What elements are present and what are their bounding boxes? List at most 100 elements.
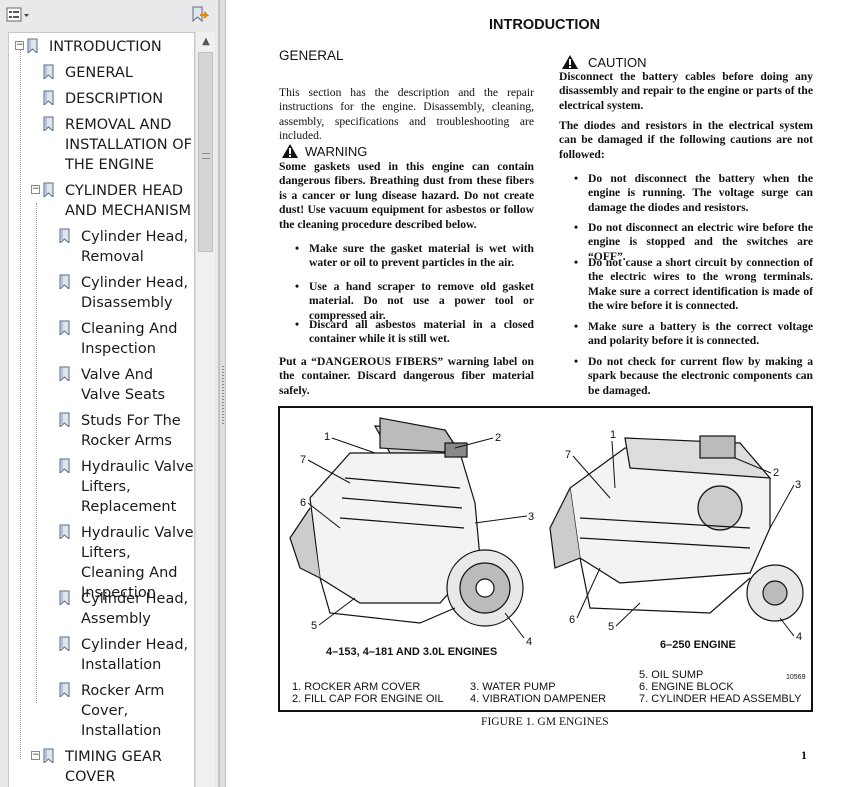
callout-label: 1 — [610, 429, 616, 441]
bookmark-item[interactable]: CYLINDER HEAD AND MECHANISM — [65, 181, 194, 221]
bookmark-label: GENERAL — [65, 65, 133, 81]
bookmarks-toolbar — [0, 0, 219, 30]
warning-text: Some gaskets used in this engine can con… — [279, 160, 534, 231]
expand-collapse-toggle[interactable]: − — [31, 185, 40, 194]
warning-after-text: Put a “DANGEROUS FIBERS” warning label o… — [279, 355, 534, 397]
bookmark-label: Cylinder Head, Installation — [81, 637, 189, 673]
warning-bullet: • Use a hand scraper to remove old gasket… — [295, 280, 534, 322]
bookmark-icon — [59, 682, 70, 697]
figure-ref-number: 10569 — [786, 674, 806, 681]
bookmark-icon — [43, 116, 54, 131]
warning-triangle-icon — [282, 144, 298, 158]
scroll-up-arrow[interactable]: ▲ — [196, 34, 216, 50]
bookmark-icon — [27, 38, 38, 53]
callout-label: 4 — [796, 631, 802, 643]
bookmark-label: Cleaning And Inspection — [81, 321, 178, 357]
legend-item: 3. WATER PUMP — [470, 681, 556, 693]
bookmark-icon — [43, 748, 54, 763]
figure-caption: FIGURE 1. GM ENGINES — [481, 715, 609, 728]
bookmark-label: Cylinder Head, Removal — [81, 229, 189, 265]
panel-splitter[interactable] — [219, 0, 226, 787]
caution-label: CAUTION — [588, 54, 647, 70]
bookmark-icon — [43, 90, 54, 105]
bookmark-icon — [59, 412, 70, 427]
bookmark-item[interactable]: TIMING GEAR COVER — [65, 747, 194, 787]
callout-label: 3 — [795, 479, 801, 491]
bookmark-item[interactable]: GENERAL — [65, 63, 194, 83]
bookmark-tree: − INTRODUCTION GENERAL DESCRIPTION REMOVAL A… — [8, 32, 195, 787]
callout-label: 7 — [565, 449, 571, 461]
bookmark-item[interactable]: Cylinder Head, Installation — [81, 635, 194, 675]
bookmark-item[interactable]: Rocker Arm Cover, Installation — [81, 681, 194, 741]
bookmark-item[interactable]: Cylinder Head, Removal — [81, 227, 194, 267]
legend-item: 7. CYLINDER HEAD ASSEMBLY — [639, 693, 802, 705]
warning-bullet: • Discard all asbestos material in a clos… — [295, 318, 534, 346]
general-text: This section has the description and the… — [279, 86, 534, 143]
scroll-thumb[interactable] — [198, 52, 213, 252]
bookmark-label: Cylinder Head, Disassembly — [81, 275, 189, 311]
gm-engines-illustration: 1 2 3 4 5 6 7 1 2 3 4 5 6 7 — [289, 417, 804, 648]
bookmark-item[interactable]: DESCRIPTION — [65, 89, 194, 109]
caution-text-2: The diodes and resistors in the electric… — [559, 119, 813, 161]
bookmark-item[interactable]: Cylinder Head, Disassembly — [81, 273, 194, 313]
right-engine-label: 6–250 ENGINE — [660, 639, 736, 651]
options-menu-button[interactable] — [5, 6, 31, 24]
warning-header: WARNING — [281, 143, 367, 159]
caution-bullet: • Do not check for current flow by making… — [574, 355, 813, 397]
bookmark-icon — [59, 274, 70, 289]
warning-label: WARNING — [305, 143, 368, 159]
caution-bullet: • Do not disconnect the battery when the … — [574, 172, 813, 214]
bookmark-icon — [59, 228, 70, 243]
bookmark-label: DESCRIPTION — [65, 91, 164, 107]
expand-collapse-toggle[interactable]: − — [15, 41, 24, 50]
legend-item: 5. OIL SUMP — [639, 669, 704, 681]
bookmark-item[interactable]: Valve And Valve Seats — [81, 365, 194, 405]
caution-text-1: Disconnect the battery cables before doi… — [559, 70, 813, 112]
bookmark-icon — [59, 636, 70, 651]
bookmark-icon — [59, 458, 70, 473]
bookmarks-panel: − INTRODUCTION GENERAL DESCRIPTION REMOVAL A… — [0, 0, 219, 787]
legend-item: 6. ENGINE BLOCK — [639, 681, 734, 693]
options-list-icon — [6, 7, 29, 22]
callout-label: 1 — [324, 431, 330, 443]
legend-item: 2. FILL CAP FOR ENGINE OIL — [292, 693, 444, 705]
callout-label: 4 — [526, 636, 532, 648]
caution-header: CAUTION — [561, 54, 647, 70]
callout-label: 2 — [773, 467, 779, 479]
caution-bullet: • Do not cause a short circuit by connect… — [574, 256, 813, 313]
bookmark-label: Valve And Valve Seats — [81, 367, 166, 403]
bookmark-item[interactable]: Studs For The Rocker Arms — [81, 411, 194, 451]
callout-label: 6 — [300, 497, 306, 509]
general-heading: GENERAL — [279, 48, 344, 63]
bookmark-icon — [59, 524, 70, 539]
bookmark-expand-icon — [192, 6, 209, 23]
bookmark-icon — [43, 64, 54, 79]
figure-box: 1 2 3 4 5 6 7 1 2 3 4 5 6 7 4–153, 4–181… — [278, 406, 813, 712]
callout-label: 2 — [495, 432, 501, 444]
bookmark-item[interactable]: INTRODUCTION — [49, 37, 194, 57]
callout-label: 5 — [608, 621, 614, 633]
legend-item: 4. VIBRATION DAMPENER — [470, 693, 607, 705]
bookmark-item[interactable]: Cleaning And Inspection — [81, 319, 194, 359]
bookmark-item[interactable]: REMOVAL AND INSTALLATION OF THE ENGINE — [65, 115, 194, 175]
left-engine-label: 4–153, 4–181 AND 3.0L ENGINES — [326, 646, 498, 658]
warning-bullet: • Make sure the gasket material is wet wi… — [295, 242, 534, 270]
document-page: INTRODUCTION GENERAL This section has th… — [226, 0, 844, 787]
bookmark-label: Cylinder Head, Assembly — [81, 591, 189, 627]
caution-triangle-icon — [562, 55, 578, 69]
bookmark-label: INTRODUCTION — [49, 39, 162, 55]
callout-label: 7 — [300, 454, 306, 466]
expand-bookmark-button[interactable] — [189, 5, 211, 25]
bookmark-label: TIMING GEAR COVER — [65, 749, 163, 785]
bookmark-label: CYLINDER HEAD AND MECHANISM — [65, 183, 191, 219]
bookmark-item[interactable]: Hydraulic Valve Lifters, Replacement — [81, 457, 194, 517]
page-title: INTRODUCTION — [489, 17, 601, 33]
legend-item: 1. ROCKER ARM COVER — [292, 681, 421, 693]
bookmark-label: Studs For The Rocker Arms — [81, 413, 181, 449]
callout-label: 6 — [569, 614, 575, 626]
bookmark-item[interactable]: Cylinder Head, Assembly — [81, 589, 194, 629]
caution-bullet: • Make sure a battery is the correct volt… — [574, 320, 813, 348]
bookmark-scrollbar[interactable]: ▲ — [195, 32, 215, 787]
callout-label: 3 — [528, 511, 534, 523]
expand-collapse-toggle[interactable]: − — [31, 751, 40, 760]
